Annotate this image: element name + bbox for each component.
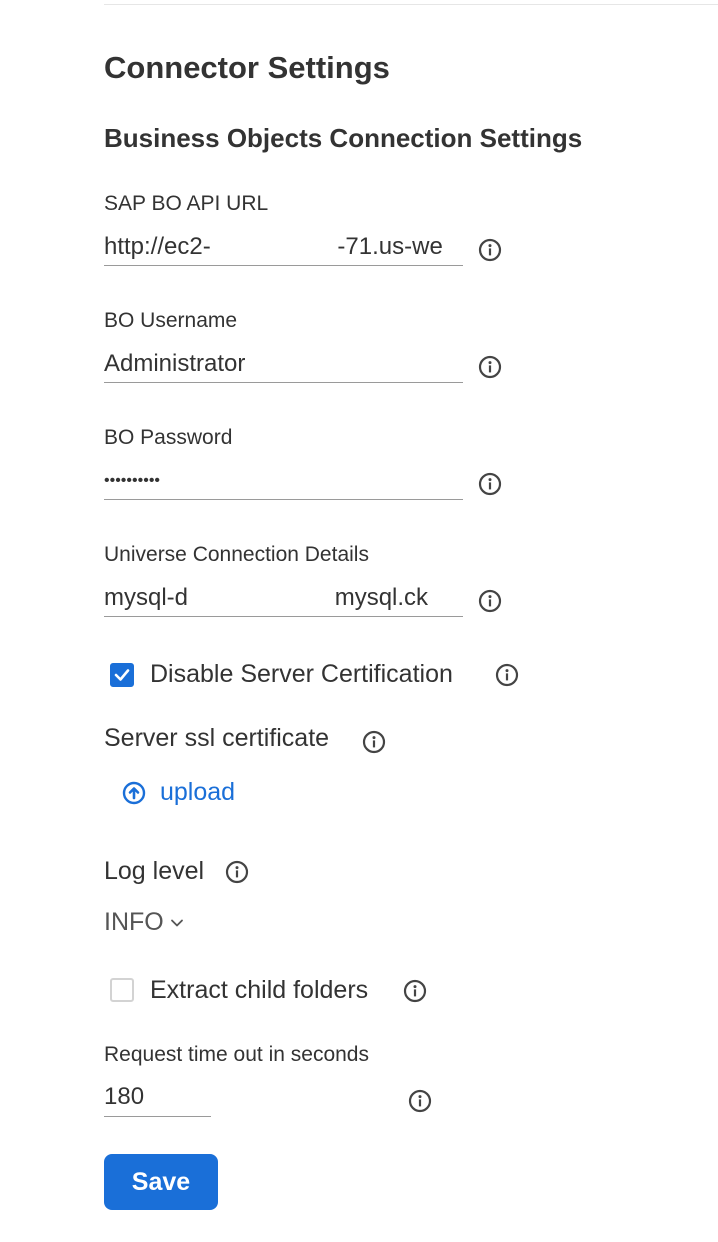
connector-settings-page: Connector Settings Business Objects Conn… (0, 0, 718, 1242)
info-icon[interactable] (478, 355, 502, 379)
top-divider (104, 4, 718, 5)
api-url-input[interactable] (104, 229, 463, 266)
api-url-label: SAP BO API URL (104, 192, 269, 215)
extract-child-checkbox[interactable] (110, 978, 134, 1002)
chevron-down-icon (170, 919, 183, 926)
page-title: Connector Settings (104, 50, 390, 85)
disable-cert-checkbox[interactable] (110, 663, 134, 687)
info-icon[interactable] (403, 979, 427, 1003)
info-icon[interactable] (408, 1089, 432, 1113)
section-title: Business Objects Connection Settings (104, 123, 583, 153)
disable-cert-label[interactable]: Disable Server Certification (150, 660, 453, 689)
info-icon[interactable] (362, 730, 386, 754)
upload-icon (122, 781, 146, 804)
timeout-input[interactable] (104, 1078, 211, 1117)
info-icon[interactable] (478, 472, 502, 496)
universe-input[interactable] (104, 580, 463, 617)
info-icon[interactable] (478, 238, 502, 262)
log-level-value: INFO (104, 908, 164, 936)
username-label: BO Username (104, 309, 238, 332)
ssl-cert-label: Server ssl certificate (104, 724, 330, 752)
info-icon[interactable] (478, 589, 502, 613)
log-level-select[interactable]: INFO (104, 908, 184, 937)
checkmark-icon (114, 669, 130, 681)
timeout-label: Request time out in seconds (104, 1043, 369, 1066)
info-icon[interactable] (495, 663, 519, 687)
extract-child-label[interactable]: Extract child folders (150, 976, 368, 1005)
universe-label: Universe Connection Details (104, 543, 369, 566)
log-level-label: Log level (104, 857, 205, 885)
save-button[interactable]: Save (104, 1154, 218, 1210)
upload-button[interactable]: upload (122, 778, 235, 807)
password-label: BO Password (104, 426, 233, 449)
info-icon[interactable] (225, 860, 249, 884)
username-input[interactable] (104, 346, 463, 383)
upload-label: upload (160, 778, 236, 806)
password-input[interactable]: •••••••••• (104, 463, 463, 500)
